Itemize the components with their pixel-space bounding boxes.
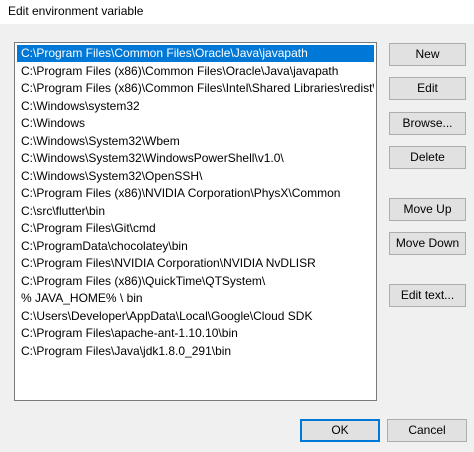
list-item[interactable]: C:\Windows\System32\Wbem (17, 133, 374, 150)
list-item[interactable]: C:\src\flutter\bin (17, 203, 374, 220)
edit-button[interactable]: Edit (389, 77, 466, 100)
list-item[interactable]: C:\Windows (17, 115, 374, 132)
title-bar[interactable]: Edit environment variable (0, 0, 474, 24)
new-button[interactable]: New (389, 43, 466, 66)
edit-environment-variable-dialog: Edit environment variable C:\Program Fil… (0, 0, 474, 452)
move-up-button[interactable]: Move Up (389, 198, 466, 221)
list-item[interactable]: C:\Program Files\NVIDIA Corporation\NVID… (17, 255, 374, 272)
list-item[interactable]: C:\Program Files (x86)\Common Files\Orac… (17, 63, 374, 80)
ok-button[interactable]: OK (300, 419, 380, 442)
list-item[interactable]: C:\ProgramData\chocolatey\bin (17, 238, 374, 255)
list-item[interactable]: % JAVA_HOME% \ bin (17, 290, 374, 307)
list-item[interactable]: C:\Program Files\Java\jdk1.8.0_291\bin (17, 343, 374, 360)
list-item[interactable]: C:\Program Files\Common Files\Oracle\Jav… (17, 45, 374, 62)
list-item[interactable]: C:\Windows\System32\OpenSSH\ (17, 168, 374, 185)
edit-text-button[interactable]: Edit text... (389, 284, 466, 307)
list-item[interactable]: C:\Program Files (x86)\Common Files\Inte… (17, 80, 374, 97)
list-item[interactable]: C:\Program Files\apache-ant-1.10.10\bin (17, 325, 374, 342)
list-item[interactable]: C:\Users\Developer\AppData\Local\Google\… (17, 308, 374, 325)
list-item[interactable]: C:\Program Files (x86)\NVIDIA Corporatio… (17, 185, 374, 202)
cancel-button[interactable]: Cancel (387, 419, 467, 442)
move-down-button[interactable]: Move Down (389, 232, 466, 255)
list-item[interactable]: C:\Windows\System32\WindowsPowerShell\v1… (17, 150, 374, 167)
path-list[interactable]: C:\Program Files\Common Files\Oracle\Jav… (14, 42, 377, 401)
list-item[interactable]: C:\Windows\system32 (17, 98, 374, 115)
delete-button[interactable]: Delete (389, 146, 466, 169)
browse-button[interactable]: Browse... (389, 112, 466, 135)
list-item[interactable]: C:\Program Files\Git\cmd (17, 220, 374, 237)
window-title: Edit environment variable (8, 4, 144, 18)
list-item[interactable]: C:\Program Files (x86)\QuickTime\QTSyste… (17, 273, 374, 290)
